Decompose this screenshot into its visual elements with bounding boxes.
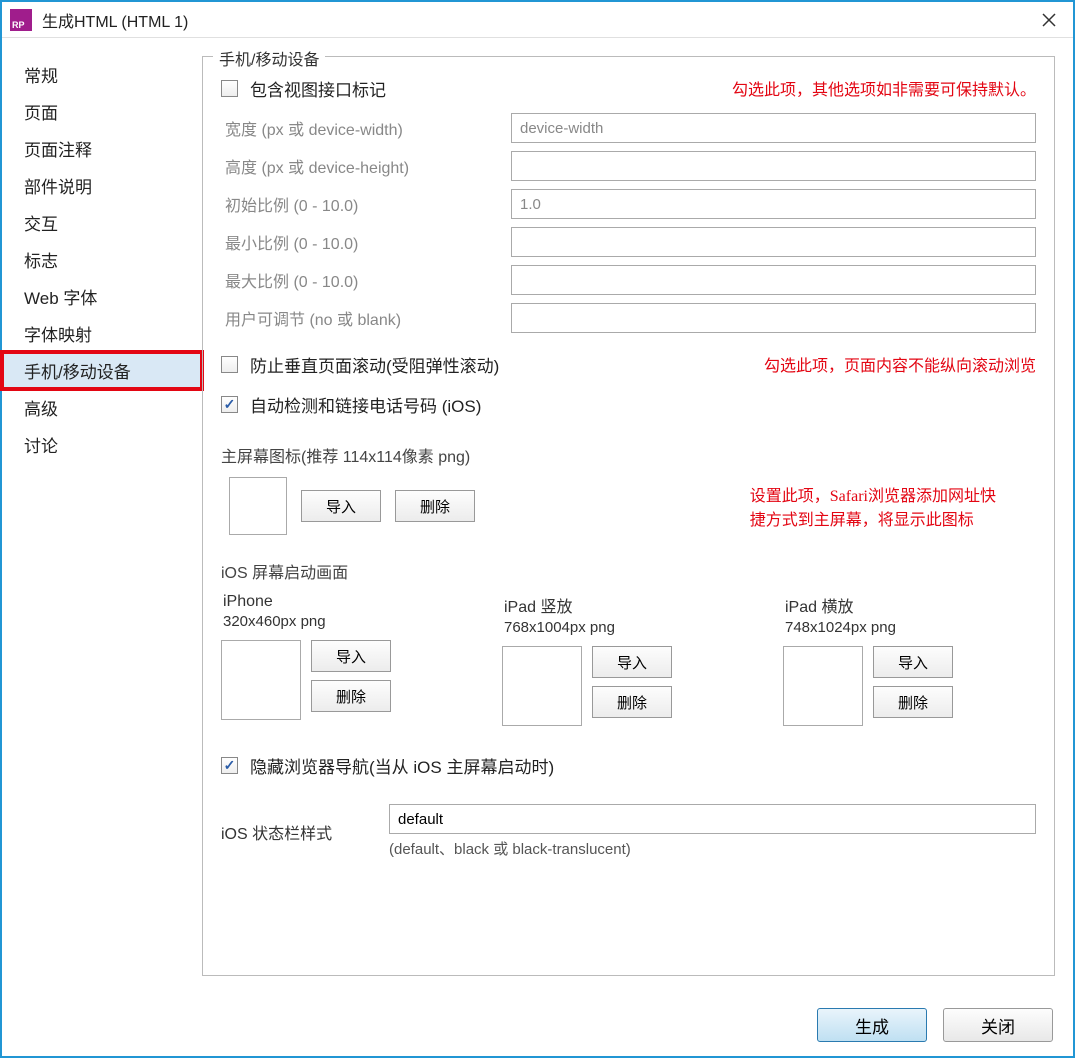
prevent-scroll-label: 防止垂直页面滚动(受阻弹性滚动) [250,352,499,377]
sidebar-item-advanced[interactable]: 高级 [2,389,202,426]
initial-scale-input[interactable] [511,189,1036,219]
height-input[interactable] [511,151,1036,181]
status-bar-label: iOS 状态栏样式 [221,820,371,844]
sidebar-item-webfonts[interactable]: Web 字体 [2,278,202,315]
sidebar-item-interactions[interactable]: 交互 [2,204,202,241]
sidebar-item-widget-notes[interactable]: 部件说明 [2,167,202,204]
status-bar-hint: (default、black 或 black-translucent) [389,838,1036,859]
sidebar-item-mobile[interactable]: 手机/移动设备 [2,352,202,389]
splash-ipad-l-delete-button[interactable]: 删除 [873,686,953,718]
fieldset-legend: 手机/移动设备 [213,46,325,70]
splash-ipad-p-delete-button[interactable]: 删除 [592,686,672,718]
dialog-footer: 生成 关闭 [817,1008,1053,1042]
user-scalable-label: 用户可调节 (no 或 blank) [221,306,511,330]
splash-iphone-import-button[interactable]: 导入 [311,640,391,672]
main-panel: 手机/移动设备 包含视图接口标记 勾选此项，其他选项如非需要可保持默认。 宽度 … [202,56,1055,994]
dialog-window: 生成HTML (HTML 1) 常规 页面 页面注释 部件说明 交互 标志 We… [0,0,1075,1058]
sidebar-item-fontmap[interactable]: 字体映射 [2,315,202,352]
initial-scale-label: 初始比例 (0 - 10.0) [221,192,511,216]
sidebar-item-general[interactable]: 常规 [2,56,202,93]
splash-ipad-l-thumb [783,646,863,726]
hide-nav-label: 隐藏浏览器导航(当从 iOS 主屏幕启动时) [250,753,554,778]
splash-iphone: iPhone 320x460px png 导入 删除 [221,593,474,726]
height-label: 高度 (px 或 device-height) [221,154,511,178]
app-icon [10,9,32,31]
max-scale-label: 最大比例 (0 - 10.0) [221,268,511,292]
mobile-fieldset: 手机/移动设备 包含视图接口标记 勾选此项，其他选项如非需要可保持默认。 宽度 … [202,56,1055,976]
annotation-viewport: 勾选此项，其他选项如非需要可保持默认。 [732,76,1036,100]
home-icon-thumb [229,477,287,535]
min-scale-label: 最小比例 (0 - 10.0) [221,230,511,254]
annotation-safari-2: 捷方式到主屏幕，将显示此图标 [750,506,996,530]
sidebar-item-page-notes[interactable]: 页面注释 [2,130,202,167]
splash-ipad-p-import-button[interactable]: 导入 [592,646,672,678]
annotation-safari-1: 设置此项，Safari浏览器添加网址快 [750,482,996,506]
width-input[interactable] [511,113,1036,143]
width-label: 宽度 (px 或 device-width) [221,116,511,140]
splash-ipad-l-name: iPad 横放 [783,593,1036,617]
splash-iphone-name: iPhone [221,593,474,611]
auto-detect-label: 自动检测和链接电话号码 (iOS) [250,392,481,417]
splash-title: iOS 屏幕启动画面 [221,559,1036,583]
splash-ipad-l-import-button[interactable]: 导入 [873,646,953,678]
close-icon[interactable] [1033,4,1065,36]
viewport-checkbox-label: 包含视图接口标记 [250,76,386,101]
annotation-scroll: 勾选此项，页面内容不能纵向滚动浏览 [764,352,1036,376]
sidebar-item-logo[interactable]: 标志 [2,241,202,278]
home-icon-import-button[interactable]: 导入 [301,490,381,522]
window-title: 生成HTML (HTML 1) [42,8,1033,32]
user-scalable-input[interactable] [511,303,1036,333]
home-icon-title: 主屏幕图标(推荐 114x114像素 png) [221,443,1036,467]
splash-iphone-delete-button[interactable]: 删除 [311,680,391,712]
hide-nav-checkbox[interactable] [221,757,238,774]
dialog-body: 常规 页面 页面注释 部件说明 交互 标志 Web 字体 字体映射 手机/移动设… [2,38,1073,994]
splash-ipad-l-dim: 748x1024px png [783,619,1036,636]
viewport-checkbox[interactable] [221,80,238,97]
splash-ipad-p-thumb [502,646,582,726]
prevent-scroll-checkbox[interactable] [221,356,238,373]
splash-ipad-portrait: iPad 竖放 768x1004px png 导入 删除 [502,593,755,726]
close-button[interactable]: 关闭 [943,1008,1053,1042]
max-scale-input[interactable] [511,265,1036,295]
sidebar-item-discuss[interactable]: 讨论 [2,426,202,463]
splash-ipad-landscape: iPad 横放 748x1024px png 导入 删除 [783,593,1036,726]
auto-detect-checkbox[interactable] [221,396,238,413]
titlebar: 生成HTML (HTML 1) [2,2,1073,38]
splash-ipad-p-dim: 768x1004px png [502,619,755,636]
splash-ipad-p-name: iPad 竖放 [502,593,755,617]
generate-button[interactable]: 生成 [817,1008,927,1042]
status-bar-input[interactable] [389,804,1036,834]
sidebar: 常规 页面 页面注释 部件说明 交互 标志 Web 字体 字体映射 手机/移动设… [2,56,202,994]
splash-grid: iPhone 320x460px png 导入 删除 iPad 竖放 768x [221,593,1036,726]
sidebar-item-page[interactable]: 页面 [2,93,202,130]
min-scale-input[interactable] [511,227,1036,257]
splash-iphone-thumb [221,640,301,720]
splash-iphone-dim: 320x460px png [221,613,474,630]
home-icon-delete-button[interactable]: 删除 [395,490,475,522]
